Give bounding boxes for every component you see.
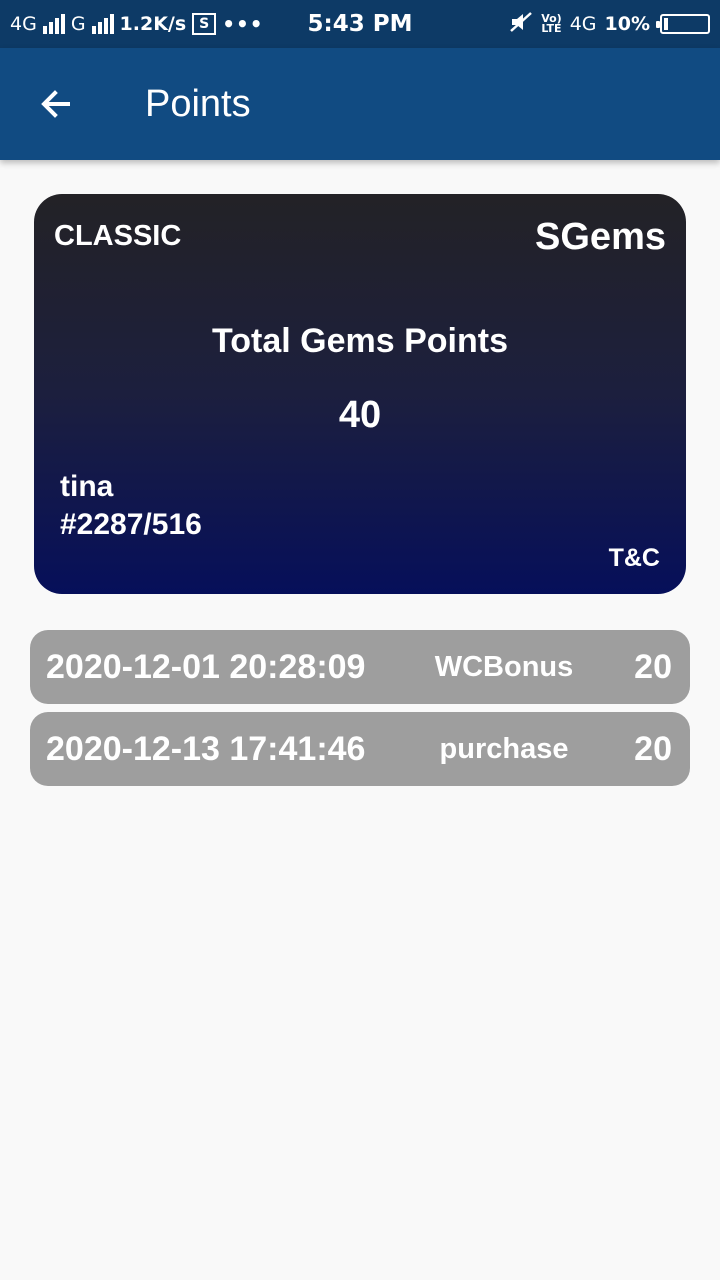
battery-percent: 10%: [604, 13, 650, 35]
signal-strength-icon: [42, 14, 65, 34]
gems-card: CLASSIC SGems Total Gems Points 40 tina …: [34, 194, 686, 594]
volte-icon: Vo) LTE: [541, 12, 562, 35]
total-points-heading: Total Gems Points: [212, 322, 508, 360]
status-bar-left: 4G G 1.2K/s S •••: [10, 0, 264, 48]
more-notifications-icon: •••: [222, 12, 264, 36]
network-type-1: 4G: [10, 13, 37, 35]
list-item[interactable]: 2020-12-01 20:28:09 WCBonus 20: [30, 630, 690, 704]
member-id: #2287/516: [60, 508, 202, 541]
battery-icon: [656, 14, 710, 34]
signal-strength-icon-2: [91, 14, 114, 34]
transaction-type: WCBonus: [434, 650, 574, 683]
points-history-list: 2020-12-01 20:28:09 WCBonus 20 2020-12-1…: [30, 630, 690, 794]
list-item[interactable]: 2020-12-13 17:41:46 purchase 20: [30, 712, 690, 786]
network-type-2: G: [70, 13, 86, 35]
terms-link[interactable]: T&C: [609, 544, 660, 573]
membership-tier: CLASSIC: [54, 220, 182, 252]
arrow-left-icon: [41, 90, 70, 118]
page-title: Points: [145, 82, 251, 125]
brand-name: SGems: [535, 216, 666, 258]
app-bar: Points: [0, 48, 720, 160]
status-bar-right: Vo) LTE 4G 10%: [509, 0, 710, 48]
user-name: tina: [60, 470, 114, 503]
transaction-date: 2020-12-13 17:41:46: [46, 729, 366, 768]
transaction-date: 2020-12-01 20:28:09: [46, 647, 366, 686]
network-speed: 1.2K/s: [119, 13, 187, 35]
network-type-3: 4G: [569, 13, 597, 35]
total-points-value: 40: [338, 394, 382, 436]
mute-icon: [509, 11, 533, 38]
transaction-type: purchase: [439, 732, 569, 765]
back-button[interactable]: [30, 78, 82, 130]
transaction-points: 20: [634, 647, 672, 686]
status-bar: 4G G 1.2K/s S ••• 5:43 PM Vo) LTE 4G 10%: [0, 0, 720, 48]
transaction-points: 20: [634, 729, 672, 768]
screenshot-icon: S: [192, 13, 217, 35]
battery-fill: [664, 18, 668, 30]
